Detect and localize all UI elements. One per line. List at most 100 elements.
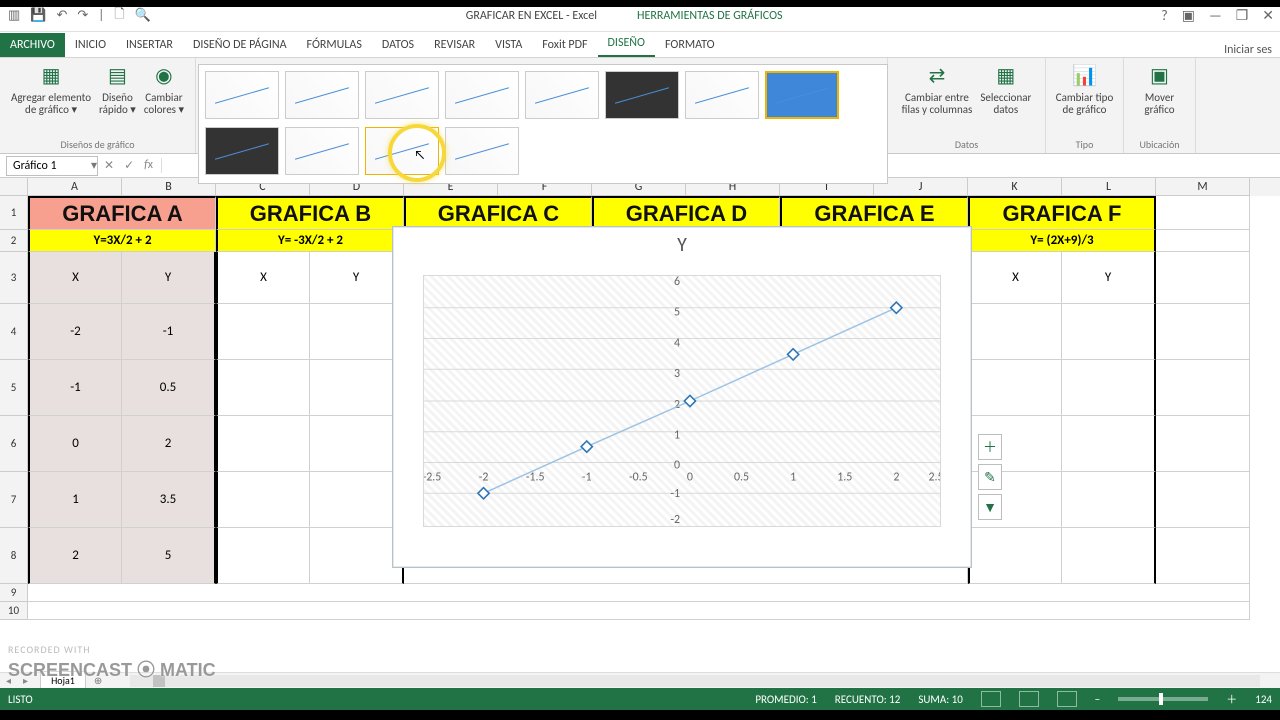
- zoom-out-button[interactable]: −: [1095, 693, 1100, 706]
- chart-plot-area[interactable]: 654 321 0-1-2 -2.5-2-1.5 -1-0.50 0.511.5…: [423, 275, 941, 527]
- tab-data[interactable]: DATOS: [372, 33, 424, 57]
- style-1[interactable]: [205, 71, 279, 119]
- sign-in-link[interactable]: Iniciar ses: [1224, 43, 1280, 57]
- cell-K3[interactable]: X: [968, 252, 1062, 304]
- cell-L7[interactable]: [1062, 472, 1156, 528]
- cell-B8[interactable]: 5: [122, 528, 216, 584]
- cell-D3[interactable]: Y: [310, 252, 404, 304]
- cell-L3[interactable]: Y: [1062, 252, 1156, 304]
- chart-style-gallery[interactable]: [198, 64, 888, 184]
- col-A[interactable]: A: [28, 178, 122, 196]
- tab-file[interactable]: ARCHIVO: [0, 33, 65, 57]
- cell-A3[interactable]: X: [28, 252, 122, 304]
- style-2[interactable]: [285, 71, 359, 119]
- cell-L6[interactable]: [1062, 416, 1156, 472]
- style-8-selected[interactable]: [765, 71, 839, 119]
- cell-A8[interactable]: 2: [28, 528, 122, 584]
- col-K[interactable]: K: [968, 178, 1062, 196]
- cell-B4[interactable]: -1: [122, 304, 216, 360]
- name-box[interactable]: Gráfico 1▾: [6, 156, 98, 176]
- style-7[interactable]: [685, 71, 759, 119]
- row-3[interactable]: 3: [0, 252, 28, 304]
- cell-K4[interactable]: [968, 304, 1062, 360]
- embedded-chart[interactable]: Y 654 321 0-1-2 -2.5-2-1.5 -1-0: [392, 226, 972, 568]
- cell-M1[interactable]: [1156, 196, 1250, 230]
- cell-D7[interactable]: [310, 472, 404, 528]
- hscrollbar[interactable]: [130, 675, 1260, 687]
- style-9[interactable]: [205, 127, 279, 175]
- help-icon[interactable]: ?: [1161, 7, 1168, 24]
- cell-D8[interactable]: [310, 528, 404, 584]
- cell-L8[interactable]: [1062, 528, 1156, 584]
- row-10[interactable]: 10: [0, 602, 28, 620]
- style-6[interactable]: [605, 71, 679, 119]
- cell-A5[interactable]: -1: [28, 360, 122, 416]
- cell-L4[interactable]: [1062, 304, 1156, 360]
- cell-M2[interactable]: [1156, 230, 1250, 252]
- chart-style-brush-button[interactable]: ✎: [978, 464, 1002, 490]
- cell-C2[interactable]: Y= -3X/2 + 2: [216, 230, 404, 252]
- row-8[interactable]: 8: [0, 528, 28, 584]
- cell-I1[interactable]: GRAFICA E: [780, 196, 968, 230]
- row-6[interactable]: 6: [0, 416, 28, 472]
- chart-filter-button[interactable]: ▼: [978, 494, 1002, 520]
- cell-B7[interactable]: 3.5: [122, 472, 216, 528]
- preview-icon[interactable]: 🔍: [135, 8, 151, 23]
- tab-page-layout[interactable]: DISEÑO DE PÁGINA: [183, 33, 297, 57]
- cell-K1[interactable]: GRAFICA F: [968, 196, 1156, 230]
- tab-format[interactable]: FORMATO: [655, 33, 725, 57]
- cell-D6[interactable]: [310, 416, 404, 472]
- style-3[interactable]: [365, 71, 439, 119]
- undo-icon[interactable]: ↶: [56, 8, 67, 23]
- cell-A7[interactable]: 1: [28, 472, 122, 528]
- cell-B3[interactable]: Y: [122, 252, 216, 304]
- move-chart-button[interactable]: ▣ Mover gráfico: [1144, 62, 1174, 116]
- close-icon[interactable]: ✕: [1262, 7, 1274, 24]
- cancel-fx-icon[interactable]: ✕: [104, 158, 114, 173]
- chart-title[interactable]: Y: [393, 233, 971, 257]
- view-layout-button[interactable]: [1019, 691, 1039, 707]
- row-9[interactable]: 9: [0, 584, 28, 602]
- view-normal-button[interactable]: [981, 691, 1001, 707]
- tab-home[interactable]: INICIO: [65, 33, 116, 57]
- add-chart-element-button[interactable]: ▦ Agregar elemento de gráfico ▾: [11, 62, 91, 116]
- worksheet-grid[interactable]: A B C D E F G H I J K L M 1 GRAFICA A GR…: [0, 178, 1280, 648]
- cell-K5[interactable]: [968, 360, 1062, 416]
- fx-icon[interactable]: fx: [144, 158, 153, 173]
- ribbon-toggle-icon[interactable]: ▣: [1182, 7, 1195, 24]
- redo-icon[interactable]: ↷: [77, 8, 88, 23]
- tab-formulas[interactable]: FÓRMULAS: [297, 33, 372, 57]
- cell-C6[interactable]: [216, 416, 310, 472]
- row-7[interactable]: 7: [0, 472, 28, 528]
- cell-A1[interactable]: GRAFICA A: [28, 196, 216, 230]
- cell-L5[interactable]: [1062, 360, 1156, 416]
- select-all-corner[interactable]: [0, 178, 28, 196]
- row-4[interactable]: 4: [0, 304, 28, 360]
- cell-D5[interactable]: [310, 360, 404, 416]
- tab-view[interactable]: VISTA: [485, 33, 532, 57]
- change-colors-button[interactable]: ◉ Cambiar colores ▾: [144, 62, 184, 116]
- style-4[interactable]: [445, 71, 519, 119]
- cell-C7[interactable]: [216, 472, 310, 528]
- style-5[interactable]: [525, 71, 599, 119]
- col-M[interactable]: M: [1156, 178, 1250, 196]
- row-2[interactable]: 2: [0, 230, 28, 252]
- cell-A4[interactable]: -2: [28, 304, 122, 360]
- quick-layout-button[interactable]: ▤ Diseño rápido ▾: [99, 62, 136, 116]
- row-1[interactable]: 1: [0, 196, 28, 230]
- cell-C1[interactable]: GRAFICA B: [216, 196, 404, 230]
- col-J[interactable]: J: [874, 178, 968, 196]
- new-icon[interactable]: 🗋: [114, 5, 124, 27]
- row-5[interactable]: 5: [0, 360, 28, 416]
- cell-C4[interactable]: [216, 304, 310, 360]
- switch-row-col-button[interactable]: ⇄ Cambiar entre filas y columnas: [902, 62, 973, 116]
- tab-foxit[interactable]: Foxit PDF: [532, 33, 597, 57]
- cell-A2[interactable]: Y=3X/2 + 2: [28, 230, 216, 252]
- cell-B6[interactable]: 2: [122, 416, 216, 472]
- cell-E1[interactable]: GRAFICA C: [404, 196, 592, 230]
- col-L[interactable]: L: [1062, 178, 1156, 196]
- cell-M3[interactable]: [1156, 252, 1250, 304]
- style-10[interactable]: [285, 127, 359, 175]
- style-12[interactable]: [445, 127, 519, 175]
- view-break-button[interactable]: [1057, 691, 1077, 707]
